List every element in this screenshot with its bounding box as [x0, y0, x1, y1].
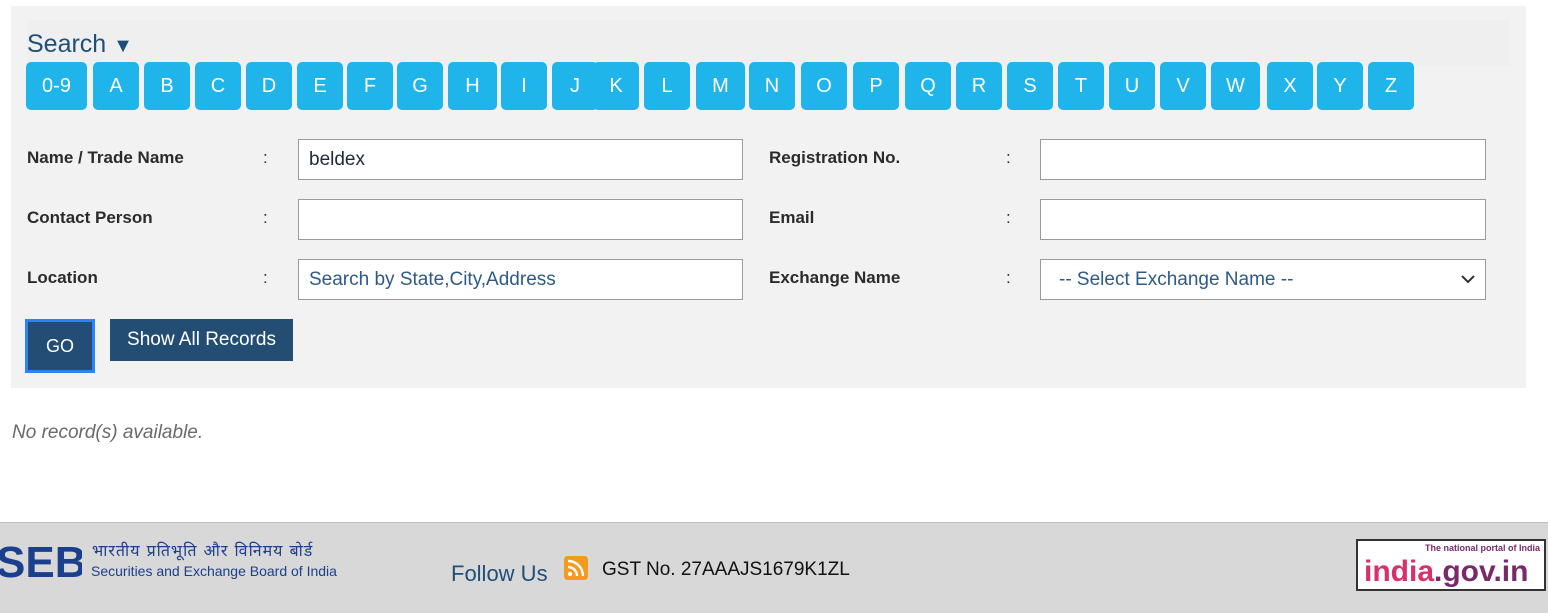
letter-filter-m[interactable]: M — [696, 62, 745, 110]
name-input[interactable]: beldex — [298, 139, 743, 180]
letter-filter-k[interactable]: K — [593, 62, 639, 110]
rss-icon[interactable] — [564, 556, 588, 580]
registration-label: Registration No. — [769, 148, 901, 167]
show-all-records-button[interactable]: Show All Records — [110, 319, 293, 361]
letter-filter-t[interactable]: T — [1058, 62, 1104, 110]
follow-us-label: Follow Us — [451, 561, 548, 586]
sebi-logo[interactable]: SEBI — [0, 541, 82, 581]
letter-filter-0-9[interactable]: 0-9 — [26, 62, 87, 110]
letter-filter-b[interactable]: B — [144, 62, 190, 110]
chevron-down-icon — [1461, 275, 1475, 284]
letter-filter-q[interactable]: Q — [905, 62, 951, 110]
go-button[interactable]: GO — [25, 319, 95, 373]
letter-filter-l[interactable]: L — [644, 62, 690, 110]
colon: : — [263, 148, 268, 167]
letter-filter-z[interactable]: Z — [1368, 62, 1414, 110]
letter-filter-v[interactable]: V — [1160, 62, 1206, 110]
sebi-english-name: Securities and Exchange Board of India — [91, 563, 337, 579]
contact-person-label: Contact Person — [27, 208, 153, 227]
letter-filter-n[interactable]: N — [749, 62, 795, 110]
colon: : — [263, 268, 268, 287]
location-input[interactable]: Search by State,City,Address — [298, 259, 743, 300]
email-input[interactable] — [1040, 199, 1486, 240]
letter-filter-s[interactable]: S — [1007, 62, 1053, 110]
letter-filter-o[interactable]: O — [801, 62, 847, 110]
letter-filter-r[interactable]: R — [956, 62, 1002, 110]
email-label: Email — [769, 208, 815, 227]
letter-filter-e[interactable]: E — [297, 62, 343, 110]
letter-filter-i[interactable]: I — [501, 62, 547, 110]
sebi-hindi-name: भारतीय प्रतिभूति और विनिमय बोर्ड — [92, 541, 314, 560]
letter-filter-p[interactable]: P — [853, 62, 899, 110]
colon: : — [263, 208, 268, 227]
letter-filter-a[interactable]: A — [93, 62, 139, 110]
letter-filter-j[interactable]: J — [552, 62, 598, 110]
letter-filter-f[interactable]: F — [347, 62, 393, 110]
letter-filter-x[interactable]: X — [1267, 62, 1313, 110]
triangle-down-icon: ▼ — [113, 35, 133, 57]
exchange-name-select[interactable]: -- Select Exchange Name -- — [1040, 259, 1486, 300]
colon: : — [1006, 268, 1011, 287]
colon: : — [1006, 208, 1011, 227]
india-portal-logo: india.gov.in — [1364, 555, 1529, 588]
letter-filter-h[interactable]: H — [448, 62, 497, 110]
location-label: Location — [27, 268, 98, 287]
letter-filter-u[interactable]: U — [1109, 62, 1155, 110]
india-portal-tagline: The national portal of India — [1424, 543, 1540, 553]
letter-filter-c[interactable]: C — [195, 62, 241, 110]
letter-filter-y[interactable]: Y — [1317, 62, 1363, 110]
footer: SEBI भारतीय प्रतिभूति और विनिमय बोर्ड Se… — [0, 522, 1548, 613]
colon: : — [1006, 148, 1011, 167]
letter-filter-d[interactable]: D — [246, 62, 292, 110]
registration-input[interactable] — [1040, 139, 1486, 180]
india-gov-portal-link[interactable]: The national portal of India india.gov.i… — [1356, 539, 1546, 591]
exchange-name-label: Exchange Name — [769, 268, 901, 287]
contact-person-input[interactable] — [298, 199, 743, 240]
name-label: Name / Trade Name — [27, 148, 184, 167]
search-toggle[interactable]: Search ▼ — [27, 30, 133, 59]
gst-number: GST No. 27AAAJS1679K1ZL — [602, 559, 850, 580]
search-title: Search — [27, 30, 107, 58]
search-header — [27, 20, 1510, 66]
exchange-name-selected: -- Select Exchange Name -- — [1059, 269, 1294, 290]
no-records-message: No record(s) available. — [12, 422, 204, 443]
letter-filter-g[interactable]: G — [397, 62, 443, 110]
sebi-logo-text: SEBI — [0, 541, 82, 581]
letter-filter-w[interactable]: W — [1211, 62, 1260, 110]
